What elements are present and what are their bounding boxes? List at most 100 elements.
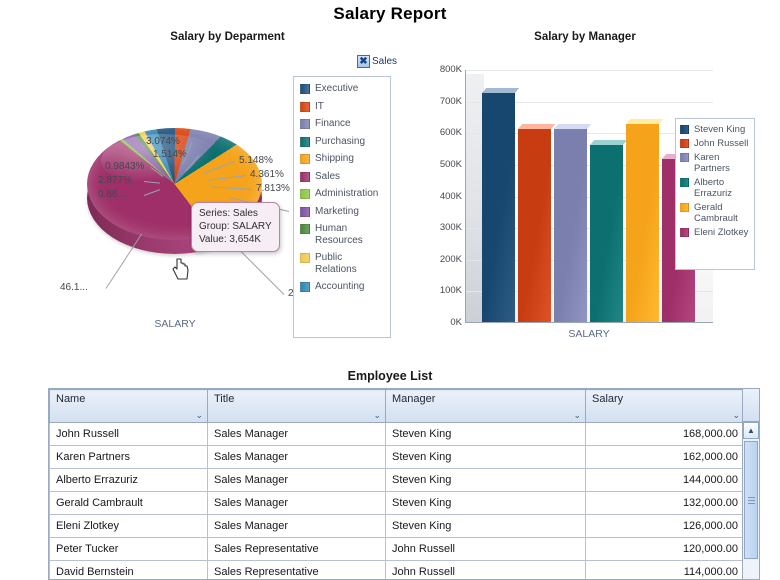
- pie-data-label: 2.877%: [98, 175, 132, 186]
- bar-legend-label: Alberto Errazuriz: [694, 177, 733, 199]
- bar[interactable]: [626, 119, 664, 322]
- bar-series[interactable]: [482, 69, 704, 322]
- y-axis-tick-label: 300K: [439, 222, 462, 234]
- chevron-down-icon[interactable]: ⌄: [732, 411, 740, 420]
- legend-swatch-icon: [680, 125, 689, 134]
- table-row[interactable]: Peter Tucker Sales Representative John Rus…: [49, 537, 745, 561]
- y-axis-tick-label: 500K: [439, 158, 462, 170]
- table-cell-salary: 126,000.00: [585, 514, 745, 538]
- y-axis-tick-label: 0K: [450, 317, 462, 328]
- legend-swatch-icon: [680, 139, 689, 148]
- table-cell-manager: Steven King: [385, 445, 586, 469]
- pie-legend-label: Public Relations: [315, 252, 357, 275]
- pie-legend-item[interactable]: Shipping: [300, 153, 386, 165]
- bar-legend-item[interactable]: Alberto Errazuriz: [680, 177, 751, 199]
- sales-checkbox[interactable]: ✖: [357, 55, 370, 68]
- table-header-title[interactable]: Title ⌄: [207, 389, 386, 423]
- pie-data-label: 3.074%: [146, 136, 180, 147]
- table-header-label: Manager: [392, 393, 436, 405]
- pie-legend-label: Accounting: [315, 281, 365, 292]
- bar-top-face: [626, 119, 664, 125]
- bar-legend-item[interactable]: Eleni Zlotkey: [680, 227, 751, 238]
- y-axis-tick-label: 200K: [439, 253, 462, 265]
- table-row[interactable]: Alberto Errazuriz Sales Manager Steven Kin…: [49, 468, 745, 492]
- table-cell-title: Sales Manager: [207, 468, 386, 492]
- bar-legend-label: Gerald Cambrault: [694, 202, 738, 224]
- bar[interactable]: [554, 124, 592, 322]
- table-cell-title: Sales Manager: [207, 514, 386, 538]
- table-header-label: Name: [56, 393, 86, 405]
- table-cell-name: David Bernstein: [49, 560, 208, 579]
- table-row[interactable]: Gerald Cambrault Sales Manager Steven King…: [49, 491, 745, 515]
- table-header-label: Title: [214, 393, 235, 405]
- salary-report-page: Salary Report Salary by Deparment ✖ Sale…: [0, 0, 780, 580]
- chevron-down-icon[interactable]: ⌄: [373, 411, 381, 420]
- table-cell-name: Alberto Errazuriz: [49, 468, 208, 492]
- bar-body: [626, 119, 664, 322]
- bar-legend-item[interactable]: Gerald Cambrault: [680, 202, 751, 224]
- pie-legend-item[interactable]: Human Resources: [300, 223, 386, 246]
- bar-legend-item[interactable]: Steven King: [680, 124, 751, 135]
- pie-legend-item[interactable]: IT: [300, 101, 386, 113]
- bar-top-face: [482, 87, 520, 93]
- chevron-down-icon[interactable]: ⌄: [195, 411, 203, 420]
- table-cell-name: Eleni Zlotkey: [49, 514, 208, 538]
- pie-legend-item[interactable]: Marketing: [300, 206, 386, 218]
- pie-legend-item[interactable]: Purchasing: [300, 136, 386, 148]
- table-row[interactable]: John Russell Sales Manager Steven King 168,…: [49, 422, 745, 446]
- y-axis-tick-label: 700K: [439, 95, 462, 107]
- bar-body: [590, 139, 628, 322]
- table-cell-salary: 120,000.00: [585, 537, 745, 561]
- pie-legend-item[interactable]: Administration: [300, 188, 386, 200]
- mouse-cursor-icon: [172, 258, 189, 280]
- bar-legend[interactable]: Steven King John Russell Karen Partners Alb…: [675, 118, 755, 270]
- table-cell-manager: Steven King: [385, 468, 586, 492]
- pie-data-label: 7.813%: [256, 183, 290, 194]
- pie-legend-item[interactable]: Public Relations: [300, 252, 386, 275]
- table-header-salary[interactable]: Salary ⌄: [585, 389, 745, 423]
- pie-legend-label: IT: [315, 100, 324, 112]
- bar-legend-label: Karen Partners: [694, 152, 730, 174]
- pie-legend-label: Purchasing: [315, 135, 366, 147]
- pie-legend[interactable]: Executive IT Finance Purchasing Shipping Sale…: [293, 76, 391, 338]
- bar-axis-label: SALARY: [568, 328, 610, 340]
- bar[interactable]: [518, 124, 556, 322]
- legend-swatch-icon: [300, 154, 310, 164]
- table-row[interactable]: David Bernstein Sales Representative John …: [49, 560, 745, 579]
- bar-legend-label: Steven King: [694, 124, 746, 135]
- pie-legend-label: Finance: [315, 118, 351, 129]
- bar-top-face: [518, 124, 556, 130]
- series-toggle-sales[interactable]: ✖ Sales: [357, 55, 397, 68]
- table-cell-manager: Steven King: [385, 422, 586, 446]
- pie-legend-item[interactable]: Sales: [300, 171, 386, 183]
- table-title: Employee List: [347, 369, 433, 383]
- bar-legend-item[interactable]: John Russell: [680, 138, 751, 149]
- bar[interactable]: [482, 87, 520, 322]
- scroll-up-arrow-icon[interactable]: ▲: [743, 422, 759, 439]
- pie-legend-item[interactable]: Executive: [300, 83, 386, 95]
- legend-swatch-icon: [300, 189, 310, 199]
- scrollbar-thumb[interactable]: [744, 441, 758, 559]
- table-row[interactable]: Eleni Zlotkey Sales Manager Steven King 126…: [49, 514, 745, 538]
- bar-legend-item[interactable]: Karen Partners: [680, 152, 751, 174]
- table-row[interactable]: Karen Partners Sales Manager Steven King 16…: [49, 445, 745, 469]
- legend-swatch-icon: [680, 228, 689, 237]
- pie-legend-item[interactable]: Finance: [300, 118, 386, 130]
- table-header-name[interactable]: Name ⌄: [49, 389, 208, 423]
- bar-legend-label: John Russell: [694, 138, 749, 149]
- table-vertical-scrollbar[interactable]: ▲: [742, 389, 759, 579]
- bar[interactable]: [590, 139, 628, 322]
- legend-swatch-icon: [680, 178, 689, 187]
- pie-data-label: 46.1...: [60, 282, 88, 293]
- legend-swatch-icon: [680, 153, 689, 162]
- table-cell-name: Karen Partners: [49, 445, 208, 469]
- table-header-manager[interactable]: Manager ⌄: [385, 389, 586, 423]
- employee-table-panel[interactable]: Name ⌄ Title ⌄ Manager ⌄ Salary ⌄ John Russell S…: [48, 388, 760, 580]
- table-cell-salary: 162,000.00: [585, 445, 745, 469]
- pie-chart[interactable]: 3.074% 1.514% 0.9843% 2.877% 0.66... 5.148% 4.…: [40, 50, 316, 345]
- legend-swatch-icon: [680, 203, 689, 212]
- chevron-down-icon[interactable]: ⌄: [573, 411, 581, 420]
- table-cell-title: Sales Representative: [207, 537, 386, 561]
- pie-legend-item[interactable]: Accounting: [300, 281, 386, 293]
- pie-legend-label: Shipping: [315, 153, 354, 164]
